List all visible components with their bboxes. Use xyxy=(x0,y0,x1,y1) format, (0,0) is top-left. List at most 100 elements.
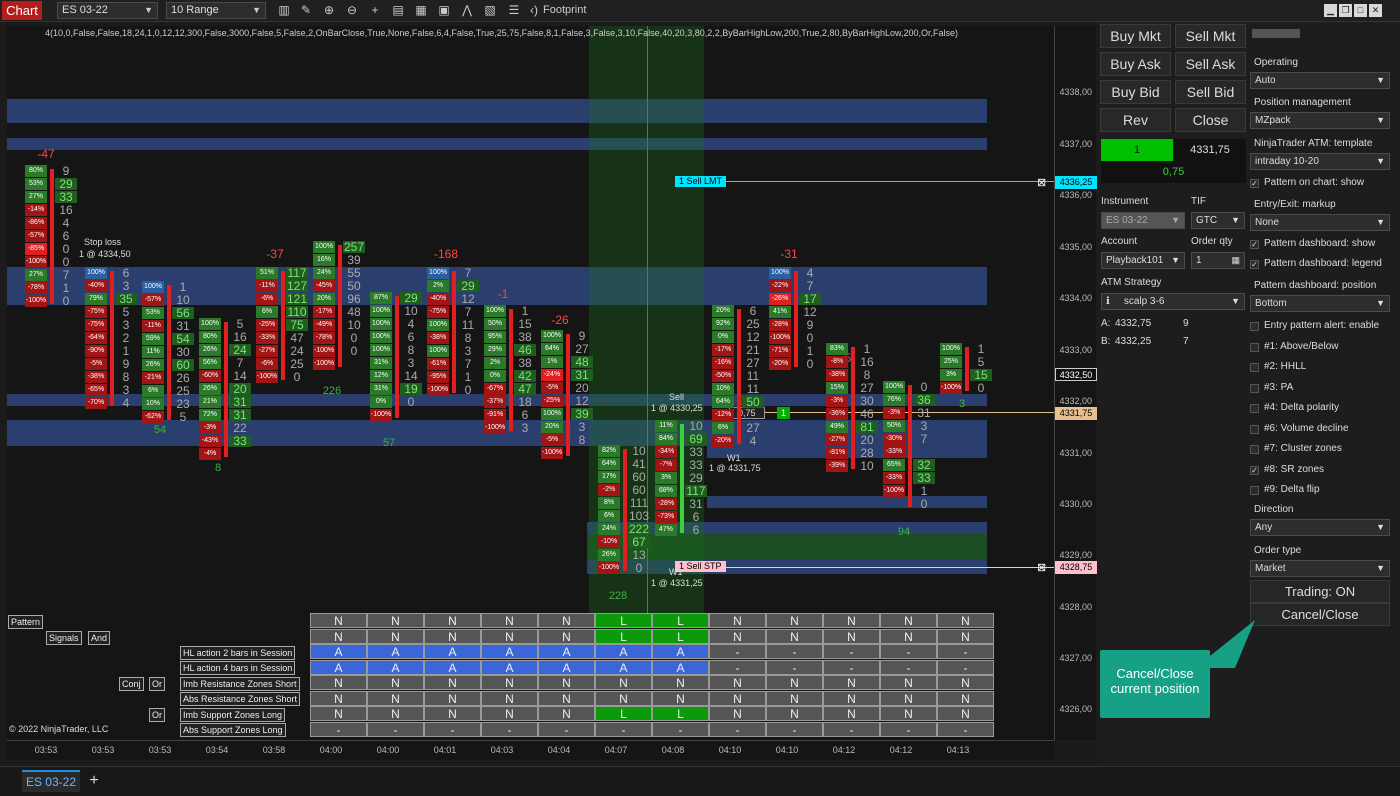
imbalance-cell: 2% xyxy=(484,357,506,369)
order-type-select[interactable]: Market ▼ xyxy=(1250,560,1390,577)
signal-checkbox[interactable] xyxy=(1250,342,1259,352)
volume-value: 20 xyxy=(860,433,874,447)
chart-menu-button[interactable]: Chart xyxy=(2,1,42,20)
markup-select[interactable]: None ▼ xyxy=(1250,214,1390,231)
sell-limit-line[interactable] xyxy=(675,181,1054,182)
tif-select[interactable]: GTC ▼ xyxy=(1191,212,1245,229)
zoom-in-icon[interactable]: ⊕ xyxy=(321,2,337,19)
direction-select[interactable]: Any ▼ xyxy=(1250,519,1390,536)
volume-value: 3 xyxy=(464,344,472,358)
imbalance-cell: 6% xyxy=(142,385,164,397)
candle-body xyxy=(965,347,969,391)
order-type-label: Order type xyxy=(1254,545,1302,556)
imbalance-cell: -60% xyxy=(199,370,221,382)
properties-icon[interactable]: ▤ xyxy=(390,2,406,19)
dashboard-show-checkbox[interactable]: ✓ xyxy=(1250,240,1259,249)
crosshair-icon[interactable]: + xyxy=(367,2,383,19)
sell-mkt-button[interactable]: Sell Mkt xyxy=(1175,24,1246,48)
add-tab-button[interactable]: + xyxy=(84,770,104,792)
volume-value: 7 xyxy=(464,305,472,319)
trading-toggle-button[interactable]: Trading: ON xyxy=(1250,580,1390,603)
signal-checkbox[interactable]: ✓ xyxy=(1250,465,1259,475)
atm-strategy-select[interactable]: ℹ scalp 3-6 ▼ xyxy=(1101,293,1245,310)
dashboard-position-select[interactable]: Bottom ▼ xyxy=(1250,295,1390,312)
bar-delta: -37 xyxy=(266,247,284,261)
position-management-select[interactable]: MZpack ▼ xyxy=(1250,112,1390,129)
calculator-icon[interactable]: ▦ xyxy=(1231,253,1240,268)
imbalance-cell: -12% xyxy=(712,409,734,421)
volume-value: 0 xyxy=(293,370,301,384)
buy-bid-button[interactable]: Buy Bid xyxy=(1100,80,1171,104)
close-order-icon[interactable]: ⊠ xyxy=(1037,176,1046,189)
signal-checkbox[interactable] xyxy=(1250,445,1259,454)
signal-checkbox[interactable] xyxy=(1250,404,1259,413)
operating-select[interactable]: Auto ▼ xyxy=(1250,72,1390,89)
posman-value: MZpack xyxy=(1255,115,1291,126)
position-price-tag: 4331,75 xyxy=(1055,407,1097,420)
back-icon[interactable]: ‹) xyxy=(526,2,542,19)
sell-bid-button[interactable]: Sell Bid xyxy=(1175,80,1246,104)
list-icon[interactable]: ☰ xyxy=(506,2,522,19)
imbalance-cell: 20% xyxy=(541,421,563,433)
maximize-icon[interactable]: □ xyxy=(1354,4,1367,17)
signal-checkbox[interactable] xyxy=(1250,424,1259,434)
info-icon[interactable]: ℹ xyxy=(1106,296,1110,307)
sell-ask-button[interactable]: Sell Ask xyxy=(1175,52,1246,76)
bar-total: 226 xyxy=(322,385,342,397)
instrument-select[interactable]: ES 03-22 ▼ xyxy=(1101,212,1185,229)
period-selector[interactable]: 10 Range ▼ xyxy=(166,2,266,19)
dash-or-node: Or xyxy=(149,708,165,722)
indicator-label: Footprint xyxy=(543,4,587,16)
volume-value: 1 xyxy=(62,281,70,295)
dash-pos-value: Bottom xyxy=(1255,298,1287,309)
imbalance-cell: -43% xyxy=(199,435,221,447)
dash-conj-node: Conj xyxy=(119,677,144,691)
reverse-button[interactable]: Rev xyxy=(1100,108,1171,132)
templates-icon[interactable]: ▦ xyxy=(413,2,429,19)
pattern-on-chart-checkbox[interactable]: ✓ xyxy=(1250,179,1259,188)
snapshot-icon[interactable]: ▣ xyxy=(436,2,452,19)
dash-row-name: Imb Resistance Zones Short xyxy=(180,677,300,691)
restore-icon[interactable]: ❐ xyxy=(1339,4,1352,17)
strategy-icon[interactable]: ⋀ xyxy=(459,2,475,19)
order-qty-input[interactable]: 1 ▦ xyxy=(1191,252,1245,269)
sell-stop-label[interactable]: 1 Sell STP xyxy=(675,561,726,572)
imbalance-cell: -21% xyxy=(142,372,164,384)
cancel-close-button[interactable]: Cancel/Close xyxy=(1250,603,1390,626)
draw-pencil-icon[interactable]: ✎ xyxy=(298,2,314,19)
sell-limit-label[interactable]: 1 Sell LMT xyxy=(675,176,727,187)
signal-checkbox[interactable] xyxy=(1250,486,1259,495)
signal-checkbox[interactable] xyxy=(1250,322,1259,331)
volume-value: 39 xyxy=(347,253,361,267)
dashboard-cell: N xyxy=(880,706,937,721)
buy-ask-button[interactable]: Buy Ask xyxy=(1100,52,1171,76)
dashboard-cell: - xyxy=(880,659,937,675)
imbalance-cell: -100% xyxy=(427,384,449,396)
close-icon[interactable]: ✕ xyxy=(1369,4,1382,17)
imbalance-cell: -64% xyxy=(85,332,107,344)
dashboard-legend-checkbox[interactable]: ✓ xyxy=(1250,260,1259,269)
minimize-icon[interactable]: ▁ xyxy=(1324,4,1337,17)
volume-value: 222 xyxy=(628,522,650,536)
price-axis[interactable]: 4338,00 4337,00 4336,00 4335,00 4334,00 … xyxy=(1054,26,1097,740)
close-order-icon[interactable]: ⊠ xyxy=(1037,561,1046,574)
close-position-button[interactable]: Close xyxy=(1175,108,1246,132)
atm-template-select[interactable]: intraday 10-20 ▼ xyxy=(1250,153,1390,170)
signal-checkbox[interactable] xyxy=(1250,383,1259,393)
account-select[interactable]: Playback101 ▼ xyxy=(1101,252,1185,269)
buy-mkt-button[interactable]: Buy Mkt xyxy=(1100,24,1171,48)
bar-type-icon[interactable]: ▥ xyxy=(276,2,292,19)
dashboard-cell: - xyxy=(766,644,823,659)
signal-checkbox[interactable] xyxy=(1250,363,1259,372)
sell-stop-line[interactable] xyxy=(675,567,1054,568)
dashboard-cell: - xyxy=(880,644,937,659)
time-axis[interactable]: 03:53 03:53 03:53 03:54 03:58 04:00 04:0… xyxy=(7,740,1054,760)
tab-es-03-22[interactable]: ES 03-22 xyxy=(22,770,80,792)
data-box-icon[interactable]: ▧ xyxy=(482,2,498,19)
dashboard-cell: N xyxy=(652,675,709,690)
volume-value: 1 xyxy=(863,342,871,356)
instrument-selector[interactable]: ES 03-22 ▼ xyxy=(57,2,158,19)
dashboard-cell: N xyxy=(538,690,595,706)
dashboard-cell: - xyxy=(937,659,994,675)
zoom-out-icon[interactable]: ⊖ xyxy=(344,2,360,19)
